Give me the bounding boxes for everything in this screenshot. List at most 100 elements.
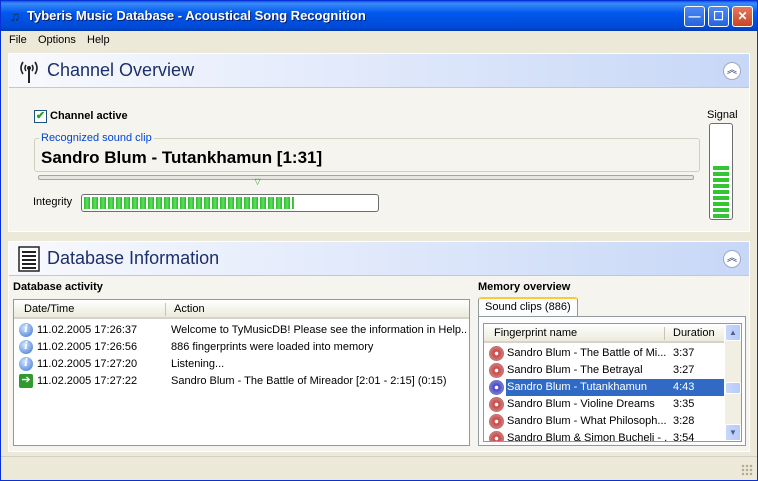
column-datetime[interactable]: Date/Time: [24, 303, 74, 315]
fingerprint-name: Sandro Blum - The Battle of Mi...: [507, 347, 667, 359]
antenna-icon: [20, 61, 38, 83]
sound-clip-disc-icon: [489, 397, 504, 412]
scroll-thumb[interactable]: [725, 382, 741, 394]
signal-level-bar: [713, 166, 729, 170]
recognized-clip-value: Sandro Blum - Tutankhamun [1:31]: [41, 148, 323, 167]
minimize-button[interactable]: —: [684, 6, 705, 27]
channel-overview-title: Channel Overview: [47, 60, 195, 80]
activity-listview[interactable]: Date/Time Action i 11.02.2005 17:26:37 W…: [13, 299, 470, 446]
fingerprint-name: Sandro Blum & Simon Bucheli - ...: [507, 432, 667, 442]
channel-active-checkbox[interactable]: ✔: [34, 110, 47, 123]
menu-file[interactable]: File: [9, 34, 27, 46]
fingerprint-duration: 4:43: [673, 381, 695, 393]
activity-action: Welcome to TyMusicDB! Please see the inf…: [171, 324, 467, 336]
signal-level-bar: [713, 178, 729, 182]
activity-datetime: 11.02.2005 17:27:20: [37, 358, 138, 370]
title-bar[interactable]: ♫ Tyberis Music Database - Acoustical So…: [1, 1, 757, 31]
activity-datetime: 11.02.2005 17:26:56: [37, 341, 138, 353]
integrity-progress-fill: [84, 197, 295, 209]
channel-overview-header[interactable]: Channel Overview ︽: [9, 54, 749, 88]
integrity-progress-bar: [81, 194, 379, 212]
signal-label: Signal: [707, 109, 738, 121]
fingerprint-duration: 3:35: [673, 398, 695, 410]
info-icon: i: [19, 357, 33, 371]
fingerprint-row[interactable]: Sandro Blum - Tutankhamun 4:43: [484, 379, 724, 396]
fingerprint-duration: 3:37: [673, 347, 695, 359]
fingerprint-header: Fingerprint name Duration: [484, 324, 724, 343]
info-icon: i: [19, 323, 33, 337]
integrity-label: Integrity: [33, 196, 73, 208]
sound-clips-tabpage: Fingerprint name Duration Sandro Blum - …: [478, 316, 746, 446]
fingerprint-row[interactable]: Sandro Blum - What Philosoph... 3:28: [484, 413, 724, 430]
signal-level-bar: [713, 214, 729, 218]
activity-datetime: 11.02.2005 17:26:37: [37, 324, 138, 336]
fingerprint-row[interactable]: Sandro Blum - Violine Dreams 3:35: [484, 396, 724, 413]
menu-bar: File Options Help: [1, 31, 757, 50]
activity-datetime: 11.02.2005 17:27:22: [37, 375, 138, 387]
recognized-clip-group: Recognized sound clip Sandro Blum - Tuta…: [34, 132, 700, 172]
status-bar: [1, 456, 757, 480]
arrow-right-icon: ➔: [19, 374, 33, 388]
fingerprint-row[interactable]: Sandro Blum - The Battle of Mi... 3:37: [484, 345, 724, 362]
signal-level-bar: [713, 202, 729, 206]
collapse-channel-button[interactable]: ︽: [723, 62, 741, 80]
close-button[interactable]: ✕: [732, 6, 753, 27]
activity-row[interactable]: ➔ 11.02.2005 17:27:22 Sandro Blum - The …: [14, 373, 469, 390]
activity-header: Date/Time Action: [14, 300, 469, 319]
fingerprint-scrollbar[interactable]: ▲ ▼: [725, 324, 741, 441]
column-fingerprint-name[interactable]: Fingerprint name: [494, 327, 577, 339]
signal-level-bar: [713, 190, 729, 194]
music-note-icon: ♫: [9, 8, 21, 24]
fingerprint-duration: 3:54: [673, 432, 695, 442]
signal-level-bar: [713, 208, 729, 212]
info-icon: i: [19, 340, 33, 354]
database-information-panel: Database Information ︽ Database activity…: [8, 241, 750, 452]
sound-clip-disc-icon: [489, 380, 504, 395]
activity-row[interactable]: i 11.02.2005 17:26:56 886 fingerprints w…: [14, 339, 469, 356]
sound-clip-disc-icon: [489, 363, 504, 378]
menu-options[interactable]: Options: [38, 34, 76, 46]
column-duration[interactable]: Duration: [673, 327, 715, 339]
signal-level-bar: [713, 184, 729, 188]
fingerprint-row[interactable]: Sandro Blum & Simon Bucheli - ... 3:54: [484, 430, 724, 442]
position-track[interactable]: [38, 175, 694, 180]
tab-sound-clips[interactable]: Sound clips (886): [478, 297, 578, 317]
activity-action: 886 fingerprints were loaded into memory: [171, 341, 374, 353]
channel-active-label: Channel active: [50, 110, 128, 122]
activity-action: Listening...: [171, 358, 225, 370]
fingerprint-listview[interactable]: Fingerprint name Duration Sandro Blum - …: [483, 323, 742, 442]
activity-action: Sandro Blum - The Battle of Mireador [2:…: [171, 375, 447, 387]
scroll-down-button[interactable]: ▼: [725, 424, 741, 441]
database-activity-label: Database activity: [13, 281, 103, 293]
database-information-header[interactable]: Database Information ︽: [9, 242, 749, 276]
activity-row[interactable]: i 11.02.2005 17:26:37 Welcome to TyMusic…: [14, 322, 469, 339]
fingerprint-name: Sandro Blum - Tutankhamun: [507, 381, 648, 393]
window-title: Tyberis Music Database - Acoustical Song…: [27, 8, 366, 23]
collapse-database-button[interactable]: ︽: [723, 250, 741, 268]
fingerprint-name: Sandro Blum - What Philosoph...: [507, 415, 667, 427]
memory-overview-label: Memory overview: [478, 281, 571, 293]
sound-clip-disc-icon: [489, 414, 504, 429]
fingerprint-duration: 3:27: [673, 364, 695, 376]
maximize-button[interactable]: ☐: [708, 6, 729, 27]
column-action[interactable]: Action: [174, 303, 205, 315]
activity-row[interactable]: i 11.02.2005 17:27:20 Listening...: [14, 356, 469, 373]
fingerprint-name: Sandro Blum - The Betrayal: [507, 364, 643, 376]
fingerprint-name: Sandro Blum - Violine Dreams: [507, 398, 655, 410]
resize-grip[interactable]: [741, 464, 753, 476]
recognized-clip-legend: Recognized sound clip: [39, 132, 154, 144]
sound-clip-disc-icon: [489, 431, 504, 441]
signal-level-bar: [713, 196, 729, 200]
fingerprint-duration: 3:28: [673, 415, 695, 427]
channel-overview-panel: Channel Overview ︽ ✔ Channel active Reco…: [8, 53, 750, 232]
app-window: ♫ Tyberis Music Database - Acoustical So…: [0, 0, 758, 481]
fingerprint-row[interactable]: Sandro Blum - The Betrayal 3:27: [484, 362, 724, 379]
database-list-icon: [18, 246, 40, 272]
menu-help[interactable]: Help: [87, 34, 110, 46]
sound-clip-disc-icon: [489, 346, 504, 361]
signal-level-bar: [713, 172, 729, 176]
position-slider-thumb[interactable]: ▽: [254, 178, 261, 186]
scroll-up-button[interactable]: ▲: [725, 324, 741, 341]
database-information-title: Database Information: [47, 248, 220, 268]
signal-meter: [709, 123, 733, 220]
